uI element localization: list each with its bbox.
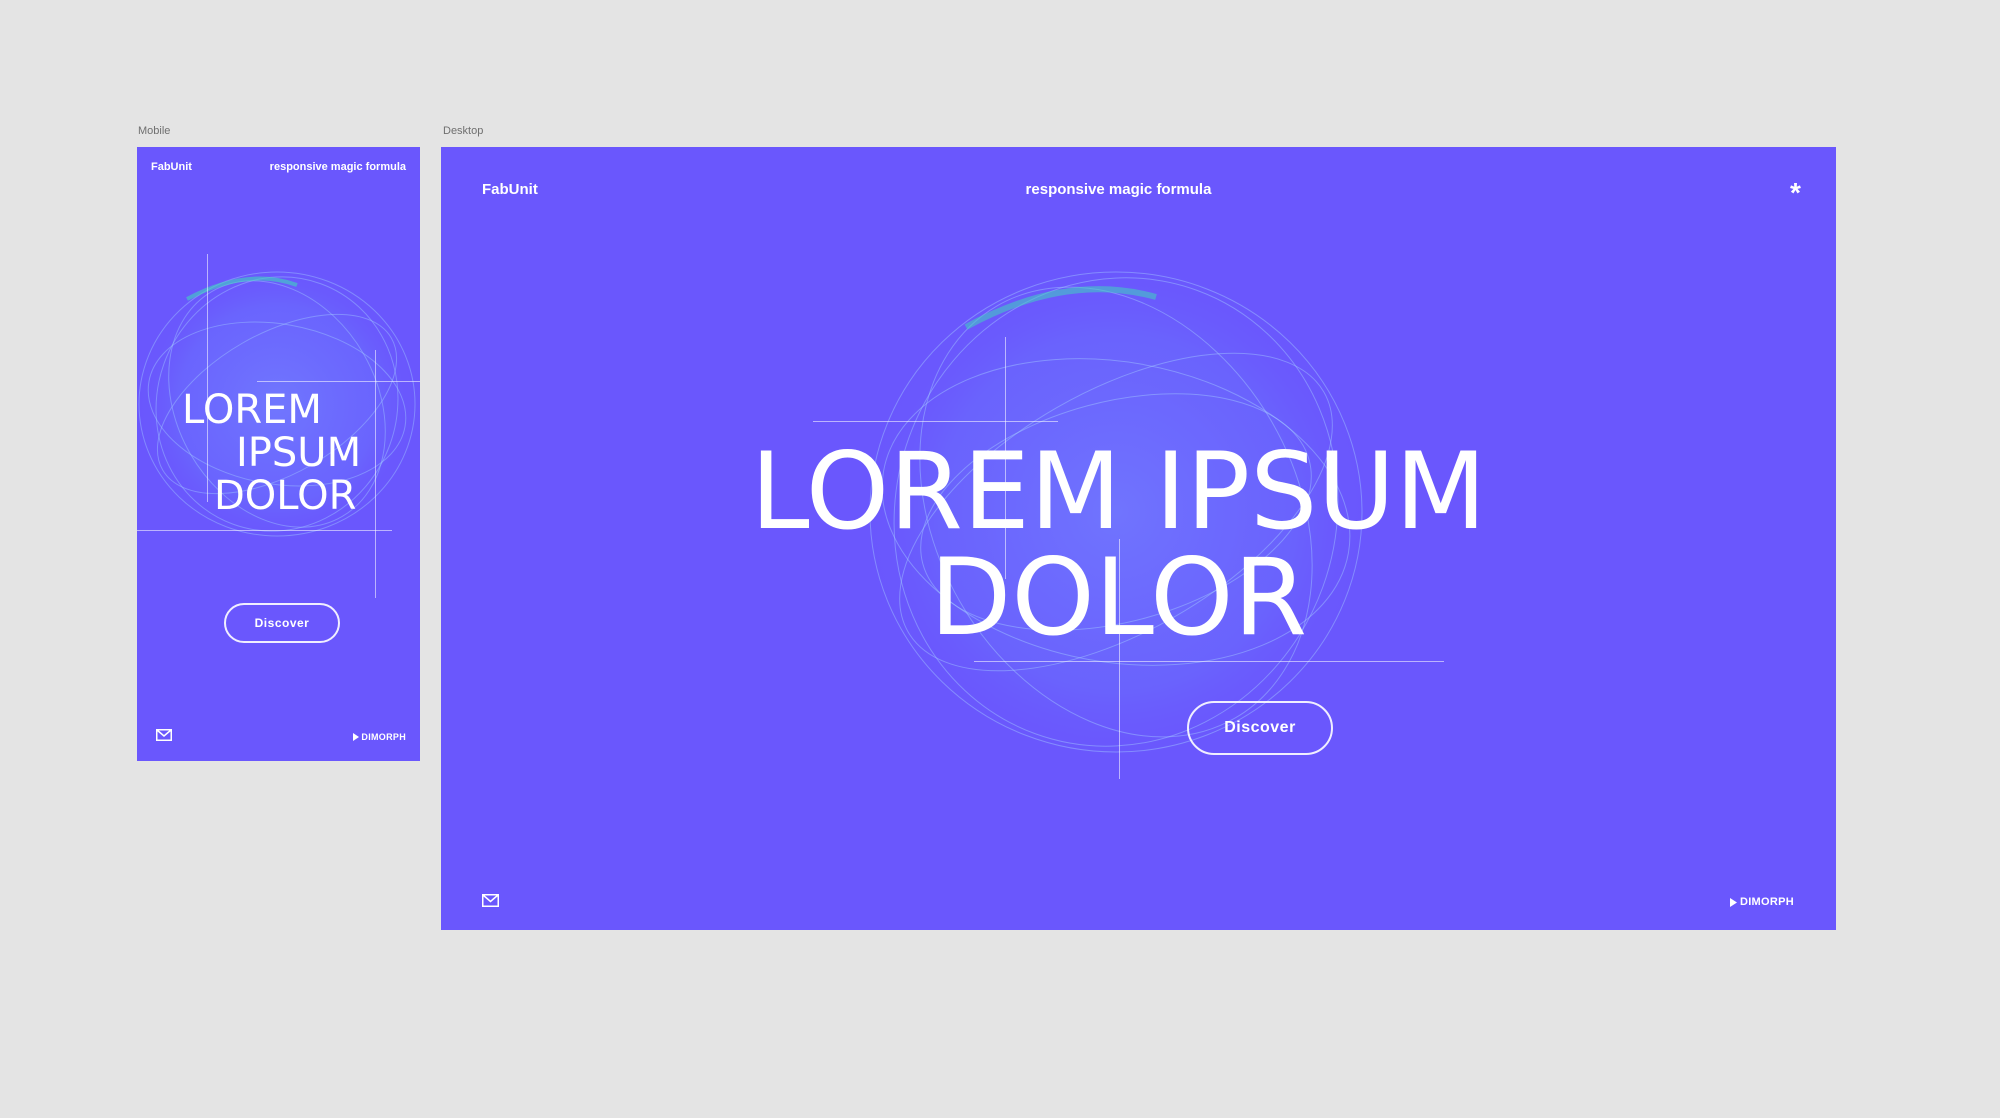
tagline: responsive magic formula bbox=[1025, 181, 1212, 198]
brand-logo[interactable]: FabUnit bbox=[151, 161, 192, 173]
discover-button[interactable]: Discover bbox=[224, 603, 340, 643]
dimorph-logo[interactable]: DIMORPH bbox=[353, 732, 406, 742]
dimorph-wordmark: DIMORPH bbox=[1739, 896, 1794, 908]
guide-line-vertical bbox=[375, 350, 376, 598]
desktop-frame: FabUnit responsive magic formula * LOREM… bbox=[441, 147, 1836, 930]
asterisk-icon[interactable]: * bbox=[1790, 179, 1801, 207]
mail-icon[interactable] bbox=[156, 729, 172, 741]
hero-headline: LOREM IPSUM DOLOR bbox=[441, 439, 1796, 651]
mail-icon[interactable] bbox=[482, 894, 499, 907]
guide-line-horizontal bbox=[137, 530, 392, 531]
mobile-frame-label: Mobile bbox=[138, 125, 171, 137]
tagline: responsive magic formula bbox=[269, 161, 406, 173]
desktop-frame-label: Desktop bbox=[443, 125, 484, 137]
guide-line-horizontal bbox=[813, 421, 1058, 422]
mobile-frame: FabUnit responsive magic formula LOREM I… bbox=[137, 147, 420, 761]
hero-line: DOLOR bbox=[929, 536, 1308, 659]
guide-line-horizontal bbox=[257, 381, 420, 382]
hero-line: LOREM IPSUM bbox=[750, 430, 1487, 553]
dimorph-logo[interactable]: DIMORPH bbox=[1729, 896, 1794, 908]
hero-line: IPSUM bbox=[236, 430, 362, 476]
hero-line: LOREM bbox=[182, 387, 322, 433]
hero-line: DOLOR bbox=[214, 473, 357, 519]
dimorph-arrow-icon bbox=[353, 733, 360, 741]
guide-line-horizontal bbox=[974, 661, 1444, 662]
hero-headline: LOREM IPSUM DOLOR bbox=[182, 390, 361, 516]
dimorph-arrow-icon bbox=[1729, 897, 1737, 907]
discover-button[interactable]: Discover bbox=[1187, 701, 1333, 755]
dimorph-wordmark: DIMORPH bbox=[361, 732, 406, 742]
